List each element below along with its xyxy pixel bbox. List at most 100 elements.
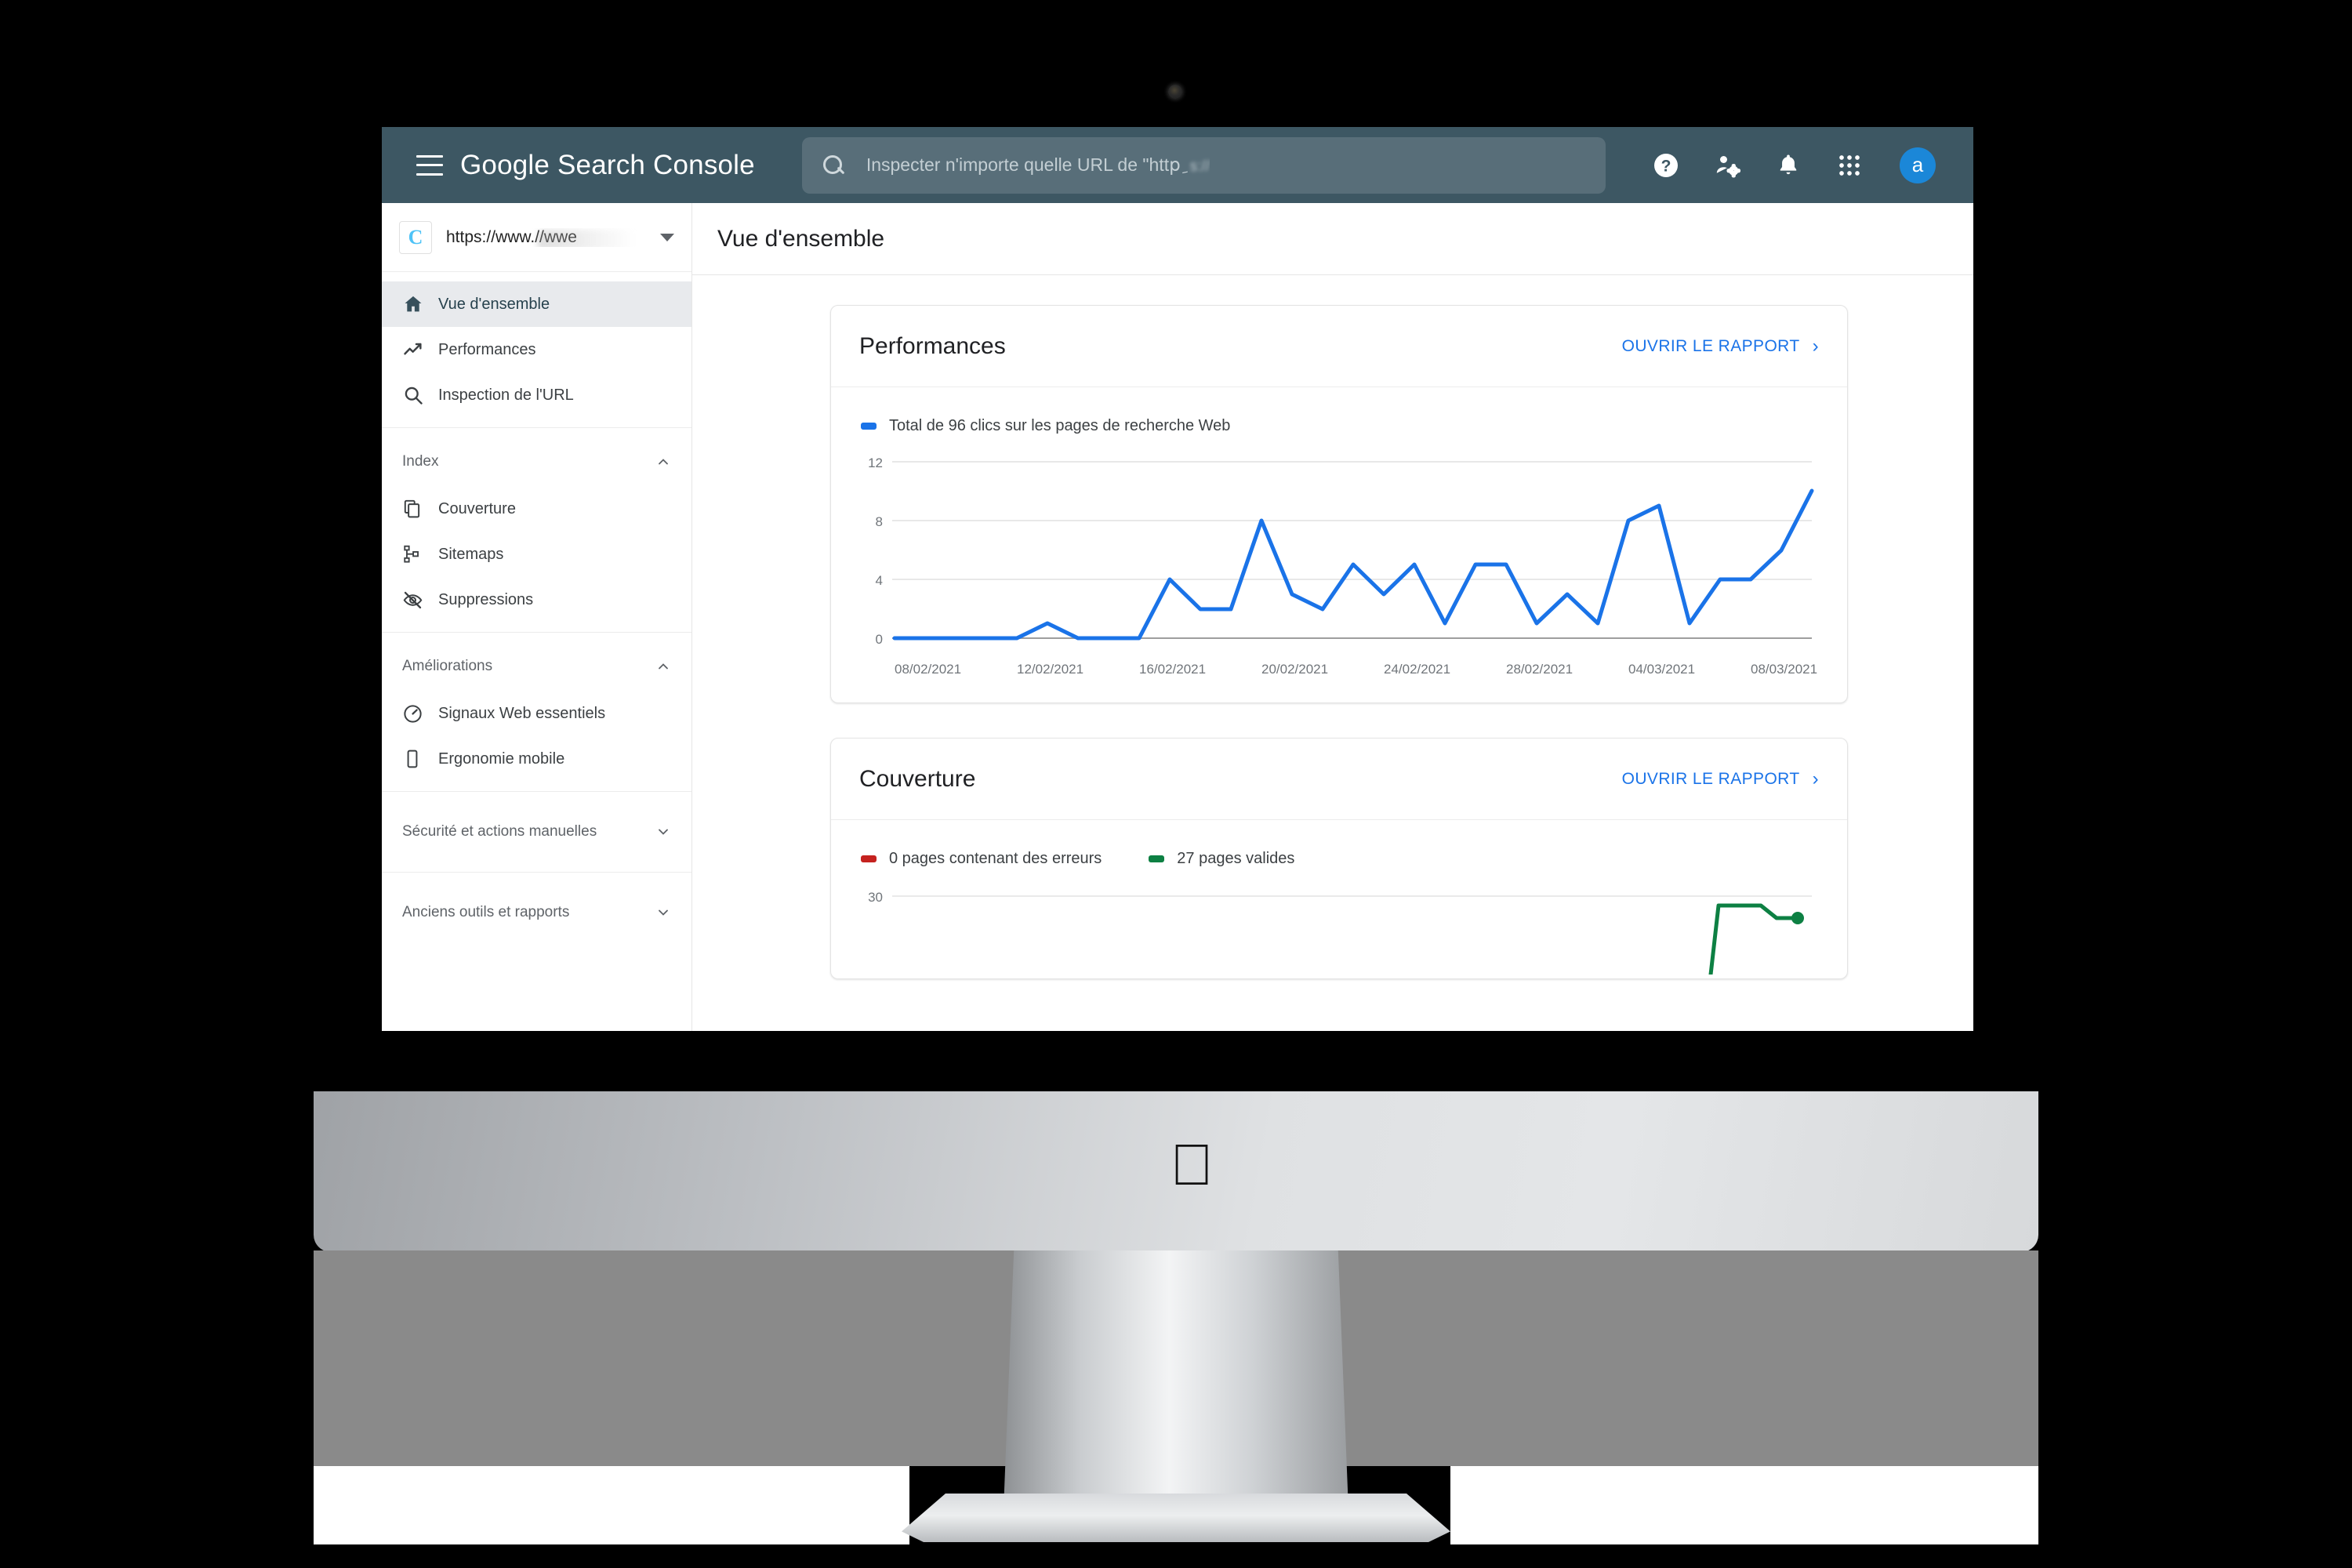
coverage-line-chart: 30 — [868, 890, 1812, 977]
trending-up-icon — [402, 339, 430, 361]
sidebar-section-header-anciens-outils[interactable]: Anciens outils et rapports — [382, 888, 691, 937]
account-settings-icon[interactable] — [1711, 150, 1743, 181]
sidebar: C https://www.//wwe Vue d'ensemble Perfo… — [382, 203, 692, 1031]
brand-google: Google — [460, 149, 550, 180]
ytick-0: 0 — [876, 632, 883, 647]
property-logo-icon: C — [399, 220, 432, 254]
legend-label: 27 pages valides — [1177, 850, 1295, 867]
hamburger-icon[interactable] — [416, 154, 443, 176]
search-icon — [822, 154, 844, 176]
performance-line-chart: 12 8 4 0 08/02/2021 12/02/2021 16/02/202… — [868, 456, 1817, 677]
sidebar-item-label: Vue d'ensemble — [438, 295, 550, 313]
pages-copy-icon — [402, 499, 430, 519]
chart-couverture: 30 — [831, 868, 1847, 978]
sidebar-item-performances[interactable]: Performances — [382, 327, 691, 372]
open-report-label: OUVRIR LE RAPPORT — [1621, 769, 1800, 788]
sidebar-item-vue-densemble[interactable]: Vue d'ensemble — [382, 281, 691, 327]
sidebar-section-header-index[interactable]: Index — [382, 437, 691, 486]
chevron-right-icon: › — [1812, 768, 1819, 789]
open-report-label: OUVRIR LE RAPPORT — [1621, 336, 1800, 355]
webcam-dot-icon — [1168, 85, 1182, 99]
ytick-8: 8 — [876, 514, 883, 529]
property-url: https://www.//wwe — [446, 228, 652, 247]
main-content: Vue d'ensemble Performances OUVRIR LE RA… — [692, 203, 1973, 1031]
search-placeholder-text: Inspecter n'importe quelle URL de "httpِ — [866, 154, 1181, 175]
legend-item[interactable]: 27 pages valides — [1149, 850, 1294, 868]
sidebar-section-title: Améliorations — [402, 658, 493, 674]
chevron-right-icon: › — [1812, 335, 1819, 357]
avatar[interactable]: a — [1900, 147, 1936, 183]
chevron-down-icon — [655, 824, 671, 840]
app-body: C https://www.//wwe Vue d'ensemble Perfo… — [382, 203, 1973, 1031]
sidebar-section-title: Sécurité et actions manuelles — [402, 823, 597, 840]
chart-legend-couverture: 0 pages contenant des erreurs 27 pages v… — [831, 820, 1847, 868]
property-selector[interactable]: C https://www.//wwe — [382, 203, 691, 272]
sidebar-item-sitemaps[interactable]: Sitemaps — [382, 532, 691, 577]
chevron-down-icon — [655, 905, 671, 920]
home-icon — [402, 293, 430, 315]
monitor-screen: Google Search Console Inspecter n'import… — [382, 127, 1973, 1031]
sidebar-item-ergonomie-mobile[interactable]: Ergonomie mobile — [382, 736, 691, 782]
sidebar-item-label: Suppressions — [438, 590, 534, 608]
chevron-up-icon — [655, 454, 671, 470]
help-icon[interactable]: ? — [1650, 150, 1682, 181]
xtick-label: 24/02/2021 — [1384, 662, 1450, 677]
sidebar-item-label: Performances — [438, 340, 536, 358]
monitor-stand-neck — [1004, 1250, 1348, 1509]
card-performances: Performances OUVRIR LE RAPPORT › Total d… — [830, 305, 1848, 703]
search-placeholder: Inspecter n'importe quelle URL de "httpِ… — [866, 154, 1210, 176]
chevron-up-icon — [655, 659, 671, 674]
brand-search-console: Search Console — [550, 149, 755, 180]
sidebar-section-header-ameliorations[interactable]: Améliorations — [382, 642, 691, 691]
speedometer-icon — [402, 703, 430, 724]
card-header: Couverture OUVRIR LE RAPPORT › — [831, 739, 1847, 820]
sidebar-item-suppressions[interactable]: Suppressions — [382, 577, 691, 622]
sidebar-item-label: Ergonomie mobile — [438, 750, 565, 768]
xtick-label: 08/03/2021 — [1751, 662, 1817, 677]
sidebar-section-ameliorations: Améliorations Signaux Web essentiels Erg… — [382, 633, 691, 792]
sidebar-item-couverture[interactable]: Couverture — [382, 486, 691, 532]
legend-swatch-valid — [1149, 855, 1165, 862]
sidebar-item-label: Sitemaps — [438, 545, 504, 563]
eye-off-icon — [402, 590, 430, 611]
monitor-stand-foot — [902, 1494, 1450, 1542]
sidebar-section-securite: Sécurité et actions manuelles — [382, 792, 691, 873]
sitemap-icon — [402, 544, 430, 564]
desk-surface-right — [1450, 1466, 2038, 1544]
mobile-phone-icon — [402, 749, 430, 769]
xtick-label: 12/02/2021 — [1017, 662, 1083, 677]
app-header: Google Search Console Inspecter n'import… — [382, 127, 1973, 203]
sidebar-item-signaux-web-essentiels[interactable]: Signaux Web essentiels — [382, 691, 691, 736]
sidebar-section-title: Index — [402, 453, 439, 470]
legend-item[interactable]: 0 pages contenant des erreurs — [861, 850, 1102, 868]
open-report-link-couverture[interactable]: OUVRIR LE RAPPORT › — [1622, 768, 1819, 790]
clicks-series-line — [892, 488, 1814, 641]
app-brand: Google Search Console — [460, 150, 755, 181]
valid-pages-endpoint-dot — [1791, 912, 1804, 924]
legend-swatch-errors — [861, 855, 877, 862]
chevron-down-icon[interactable] — [660, 233, 674, 241]
apps-grid-icon[interactable] — [1834, 150, 1865, 181]
sidebar-section-header-securite[interactable]: Sécurité et actions manuelles — [382, 808, 691, 856]
sidebar-section-title: Anciens outils et rapports — [402, 904, 570, 920]
chart-performances: 12 8 4 0 08/02/2021 12/02/2021 16/02/202… — [831, 435, 1847, 702]
sidebar-item-inspection-url[interactable]: Inspection de l'URL — [382, 372, 691, 418]
xtick-label: 28/02/2021 — [1506, 662, 1573, 677]
legend-swatch-clicks — [861, 423, 877, 430]
desk-surface-left — [314, 1466, 909, 1544]
svg-text:?: ? — [1661, 157, 1671, 175]
url-inspection-search[interactable]: Inspecter n'importe quelle URL de "httpِ… — [801, 136, 1606, 194]
apple-logo-icon:  — [1168, 1136, 1215, 1194]
sidebar-item-label: Inspection de l'URL — [438, 386, 574, 404]
content-scroll-area[interactable]: Performances OUVRIR LE RAPPORT › Total d… — [692, 275, 1973, 979]
open-report-link-performances[interactable]: OUVRIR LE RAPPORT › — [1622, 336, 1819, 358]
sidebar-item-label: Couverture — [438, 499, 516, 517]
sidebar-item-label: Signaux Web essentiels — [438, 704, 606, 722]
valid-pages-series-line — [1708, 903, 1798, 977]
page-title: Vue d'ensemble — [717, 225, 885, 252]
notifications-bell-icon[interactable] — [1773, 150, 1804, 181]
card-title: Performances — [859, 332, 1006, 359]
sidebar-section-anciens-outils: Anciens outils et rapports — [382, 873, 691, 953]
card-title: Couverture — [859, 765, 976, 792]
legend-item[interactable]: Total de 96 clics sur les pages de reche… — [861, 417, 1230, 435]
